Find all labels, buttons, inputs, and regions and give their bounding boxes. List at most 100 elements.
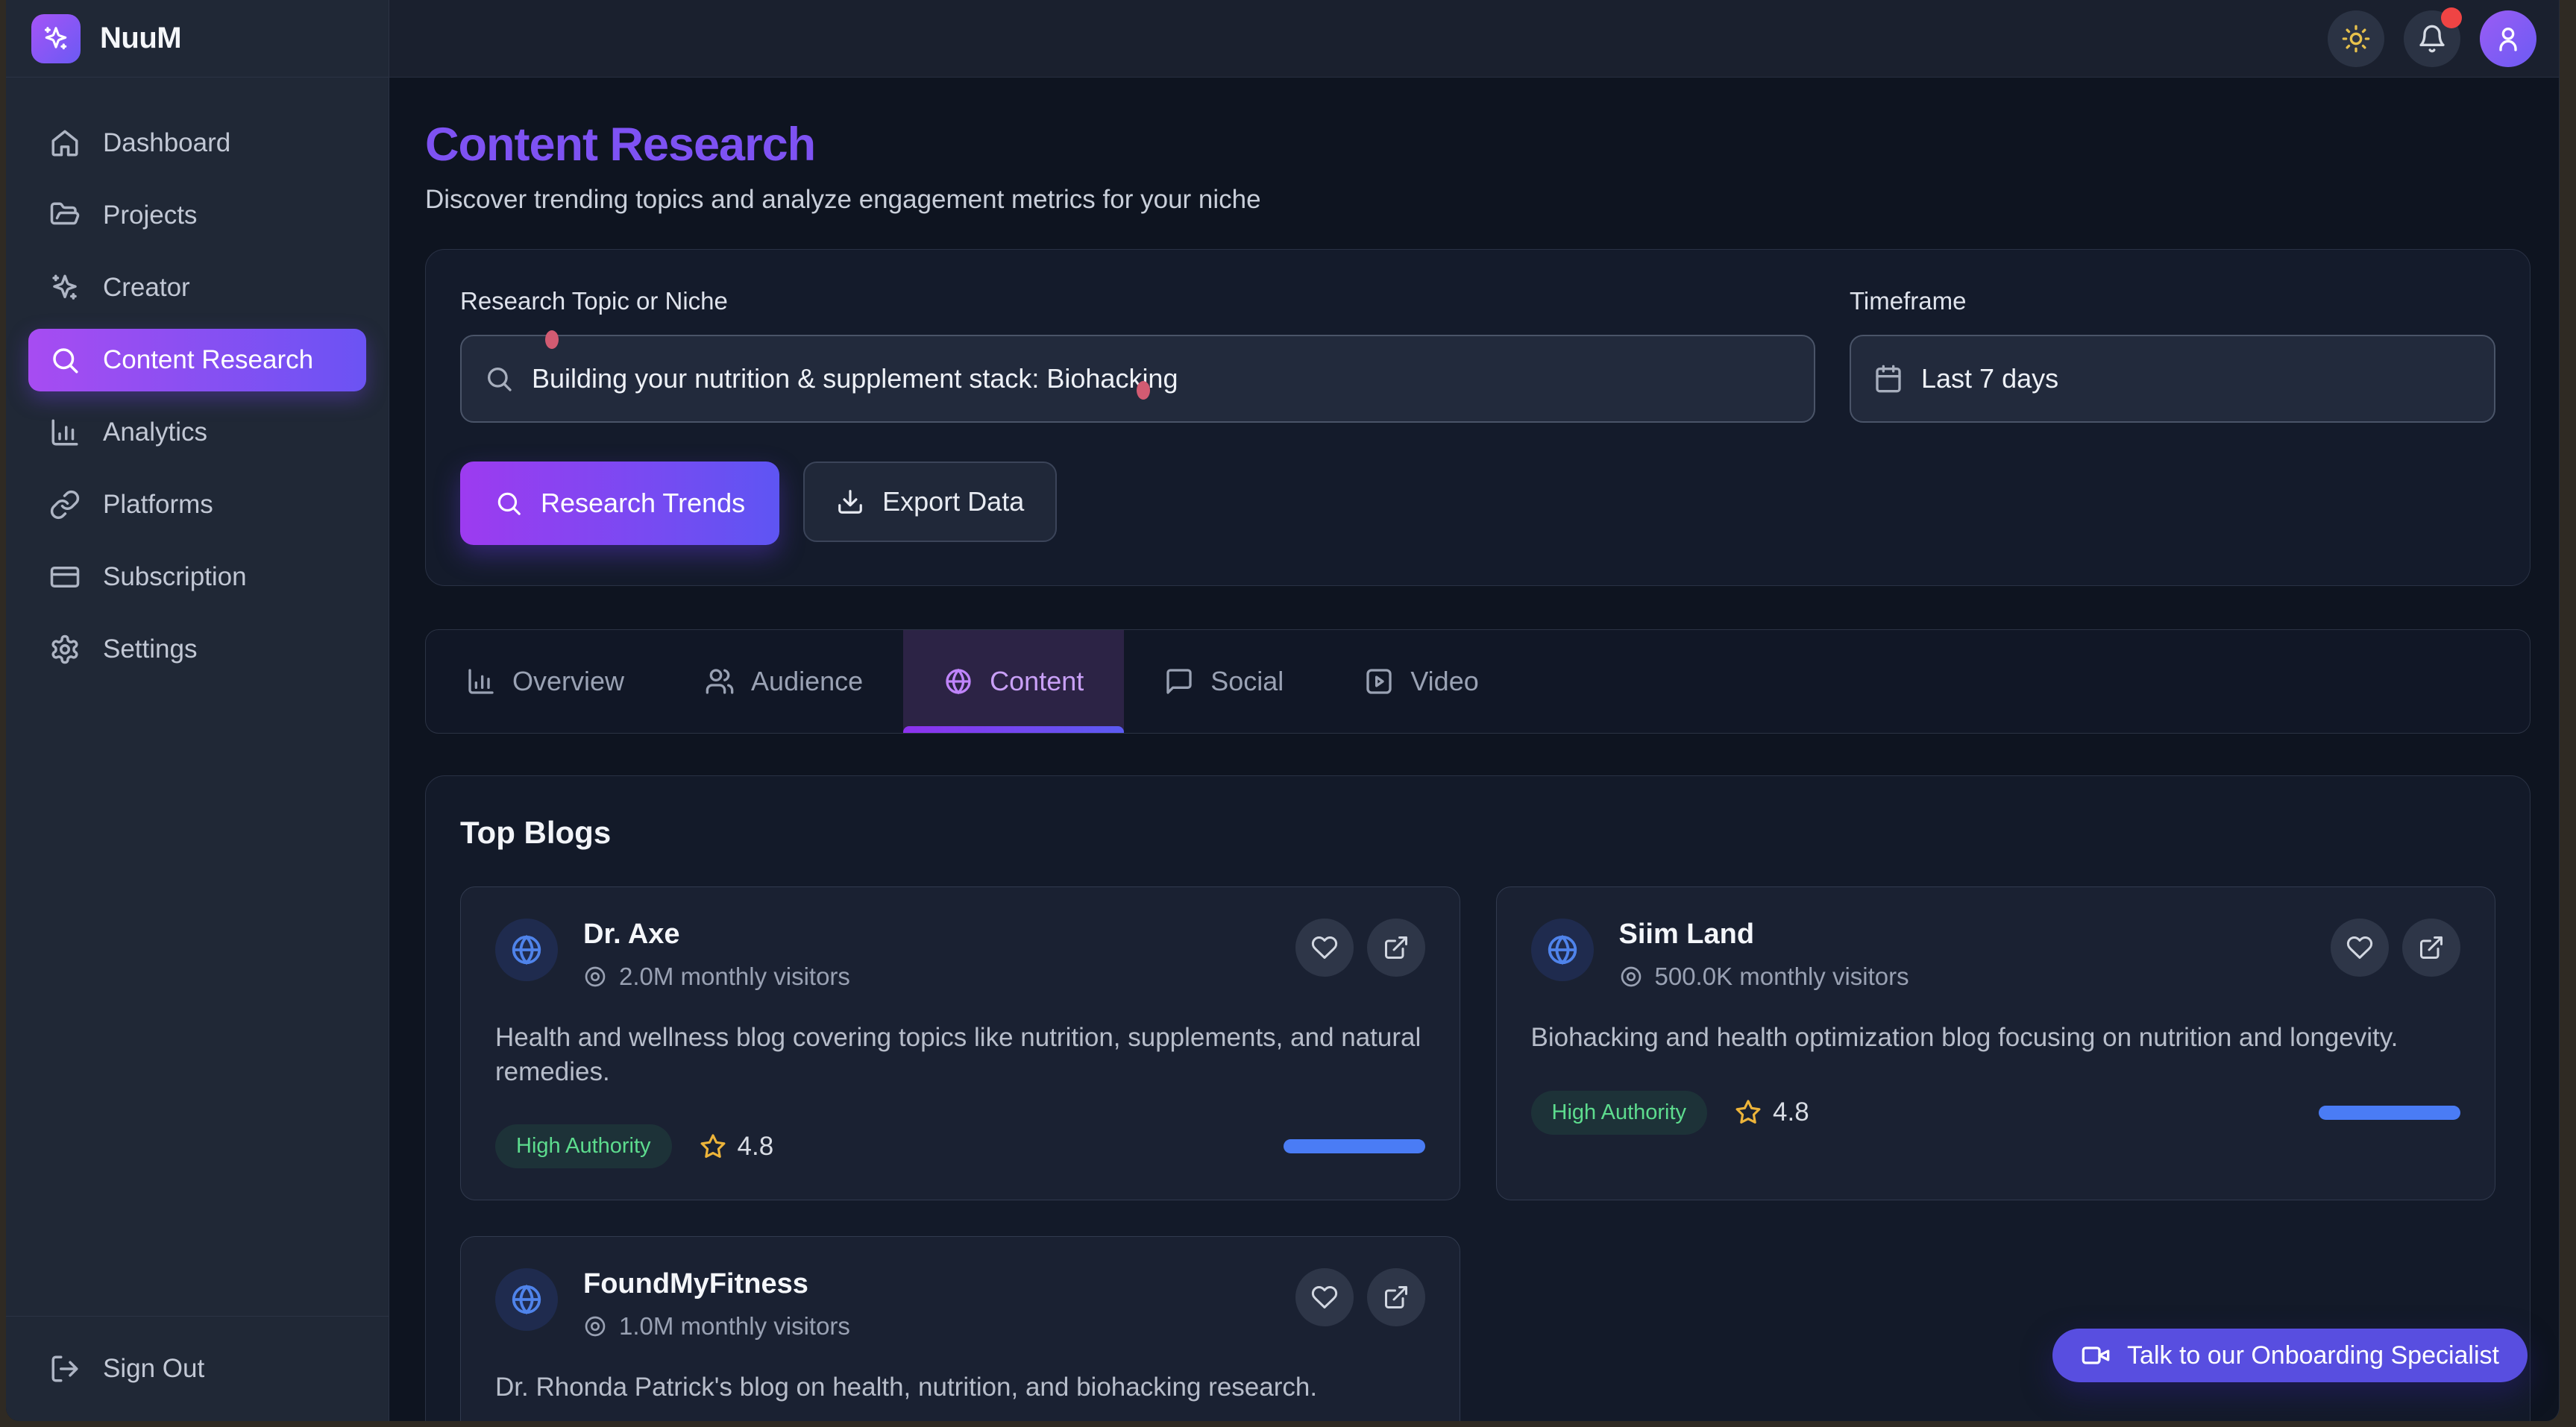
- eye-icon: [583, 965, 607, 989]
- notifications-button[interactable]: [2404, 10, 2460, 67]
- tab-label: Content: [990, 666, 1084, 697]
- blog-rating: 4.8: [1773, 1097, 1809, 1127]
- folder-open-icon: [49, 200, 81, 231]
- main-area: Content Research Discover trending topic…: [389, 0, 2559, 1421]
- export-data-button[interactable]: Export Data: [803, 462, 1057, 542]
- open-external-button[interactable]: [2402, 919, 2460, 977]
- sidebar-item-analytics[interactable]: Analytics: [28, 401, 366, 464]
- page-content: Content Research Discover trending topic…: [389, 78, 2559, 1421]
- sidebar-item-dashboard[interactable]: Dashboard: [28, 112, 366, 174]
- onboarding-specialist-button[interactable]: Talk to our Onboarding Specialist: [2052, 1329, 2528, 1382]
- blog-name: Dr. Axe: [583, 919, 1295, 951]
- sidebar-item-platforms[interactable]: Platforms: [28, 473, 366, 536]
- sidebar-item-content-research[interactable]: Content Research: [28, 329, 366, 391]
- sign-out-button[interactable]: Sign Out: [28, 1338, 366, 1400]
- timeframe-field-group: Timeframe Last 7 days: [1850, 287, 2495, 423]
- remote-cursor-dot: [545, 330, 559, 349]
- play-square-icon: [1364, 667, 1394, 696]
- sidebar-item-label: Dashboard: [103, 128, 230, 158]
- bar-chart-icon: [49, 417, 81, 448]
- sidebar: NuuM Dashboard Projects Creator Conten: [6, 0, 389, 1421]
- external-link-icon: [2418, 934, 2445, 961]
- blog-name: Siim Land: [1619, 919, 2331, 951]
- sidebar-item-projects[interactable]: Projects: [28, 184, 366, 247]
- research-panel: Research Topic or Niche Timeframe: [425, 249, 2531, 586]
- timeframe-label: Timeframe: [1850, 287, 2495, 315]
- open-external-button[interactable]: [1367, 1268, 1425, 1326]
- sun-icon: [2341, 24, 2371, 54]
- top-blogs-heading: Top Blogs: [460, 815, 2495, 851]
- brand-name: NuuM: [100, 22, 181, 55]
- tab-overview[interactable]: Overview: [426, 630, 665, 733]
- blog-description: Biohacking and health optimization blog …: [1531, 1021, 2461, 1055]
- credit-card-icon: [49, 561, 81, 593]
- tab-audience[interactable]: Audience: [665, 630, 903, 733]
- topbar: [389, 0, 2559, 78]
- desktop-background: NuuM Dashboard Projects Creator Conten: [0, 0, 2576, 1427]
- blog-name: FoundMyFitness: [583, 1268, 1295, 1300]
- favorite-button[interactable]: [1295, 919, 1354, 977]
- heart-icon: [1311, 1284, 1338, 1311]
- blog-description: Health and wellness blog covering topics…: [495, 1021, 1425, 1089]
- log-out-icon: [49, 1353, 81, 1385]
- app-window: NuuM Dashboard Projects Creator Conten: [6, 0, 2560, 1421]
- sidebar-item-creator[interactable]: Creator: [28, 256, 366, 319]
- external-link-icon: [1383, 1284, 1410, 1311]
- research-trends-button[interactable]: Research Trends: [460, 462, 779, 545]
- favorite-button[interactable]: [1295, 1268, 1354, 1326]
- brand-logo: [31, 14, 81, 63]
- sidebar-item-label: Analytics: [103, 418, 207, 447]
- timeframe-value: Last 7 days: [1921, 363, 2058, 394]
- tab-content[interactable]: Content: [903, 630, 1124, 733]
- sidebar-item-label: Creator: [103, 273, 190, 303]
- result-tabs: Overview Audience Content Social: [425, 629, 2531, 734]
- tab-social[interactable]: Social: [1124, 630, 1324, 733]
- onboarding-specialist-label: Talk to our Onboarding Specialist: [2127, 1341, 2499, 1370]
- search-icon: [484, 364, 514, 394]
- search-icon: [494, 489, 523, 517]
- export-data-label: Export Data: [882, 486, 1024, 517]
- globe-icon: [943, 667, 973, 696]
- blog-card: FoundMyFitness 1.0M monthly visitors: [460, 1236, 1460, 1421]
- sign-out-label: Sign Out: [103, 1354, 204, 1384]
- blog-description: Dr. Rhonda Patrick's blog on health, nut…: [495, 1370, 1425, 1405]
- open-external-button[interactable]: [1367, 919, 1425, 977]
- heart-icon: [2346, 934, 2373, 961]
- timeframe-select[interactable]: Last 7 days: [1850, 335, 2495, 423]
- authority-badge: High Authority: [495, 1124, 672, 1168]
- blog-visitors: 1.0M monthly visitors: [619, 1312, 850, 1341]
- star-icon: [1734, 1098, 1762, 1127]
- sidebar-item-settings[interactable]: Settings: [28, 618, 366, 681]
- globe-icon: [509, 933, 544, 967]
- blog-card: Siim Land 500.0K monthly visitors: [1496, 886, 2496, 1200]
- search-icon: [49, 344, 81, 376]
- favorite-button[interactable]: [2331, 919, 2389, 977]
- tab-label: Overview: [512, 666, 624, 697]
- topic-label: Research Topic or Niche: [460, 287, 1815, 315]
- notification-dot: [2441, 7, 2462, 28]
- tab-video[interactable]: Video: [1324, 630, 1518, 733]
- star-icon: [699, 1133, 727, 1161]
- theme-toggle-button[interactable]: [2328, 10, 2384, 67]
- sidebar-item-subscription[interactable]: Subscription: [28, 546, 366, 608]
- topic-field: [460, 335, 1815, 423]
- topic-input[interactable]: [532, 363, 1791, 394]
- users-icon: [705, 667, 735, 696]
- remote-cursor-dot: [1137, 381, 1150, 400]
- external-link-icon: [1383, 934, 1410, 961]
- user-avatar-button[interactable]: [2480, 10, 2536, 67]
- brand-header: NuuM: [6, 0, 389, 78]
- globe-icon: [509, 1282, 544, 1317]
- blog-avatar: [1531, 919, 1594, 981]
- sidebar-nav: Dashboard Projects Creator Content Resea…: [6, 78, 389, 1316]
- authority-badge: High Authority: [1531, 1091, 1708, 1135]
- calendar-icon: [1873, 364, 1903, 394]
- blog-card: Dr. Axe 2.0M monthly visitors: [460, 886, 1460, 1200]
- sidebar-item-label: Projects: [103, 201, 197, 230]
- user-icon: [2493, 24, 2523, 54]
- link-icon: [49, 489, 81, 520]
- blog-visitors: 2.0M monthly visitors: [619, 963, 850, 991]
- blog-avatar: [495, 1268, 558, 1331]
- sparkles-icon: [42, 25, 70, 53]
- sidebar-item-label: Subscription: [103, 562, 247, 592]
